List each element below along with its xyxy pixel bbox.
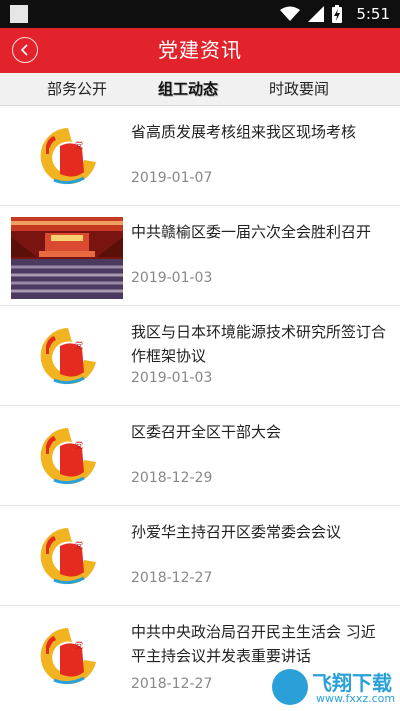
svg-text:党: 党 [75, 440, 83, 450]
tab-label: 部务公开 [47, 80, 108, 98]
tab-bar: 部务公开 组工动态 时政要闻 [0, 73, 400, 106]
wifi-icon [280, 6, 300, 21]
news-date: 2018-12-29 [131, 470, 213, 486]
battery-icon [332, 5, 342, 23]
tab-label: 组工动态 [158, 80, 219, 98]
party-logo-icon: 党 [40, 328, 96, 385]
status-icons [280, 4, 342, 24]
meeting-photo-thumbnail [11, 217, 123, 299]
svg-text:党: 党 [75, 640, 83, 650]
news-date: 2018-12-27 [131, 676, 213, 692]
page-title: 党建资讯 [158, 38, 242, 62]
news-item[interactable]: 党 我区与日本环境能源技术研究所签订合作框架协议 2019-01-03 [0, 306, 400, 406]
tab-organization-news[interactable]: 组工动态 [158, 73, 218, 105]
signal-icon [308, 6, 324, 22]
news-date: 2019-01-03 [131, 370, 213, 386]
news-title: 区委召开全区干部大会 [131, 423, 282, 441]
news-title: 省高质发展考核组来我区现场考核 [131, 123, 357, 141]
news-title: 中共中央政治局召开民主生活会 习近平主持会议并发表重要讲话 [131, 623, 376, 665]
news-date: 2019-01-03 [131, 270, 213, 286]
status-bar: 5:51 [0, 0, 400, 28]
svg-text:党: 党 [75, 540, 83, 550]
news-date: 2019-01-07 [131, 170, 213, 186]
tab-department-affairs[interactable]: 部务公开 [47, 73, 107, 105]
news-item[interactable]: 中共赣榆区委一届六次全会胜利召开 2019-01-03 [0, 206, 400, 306]
svg-text:党: 党 [75, 340, 83, 350]
site-watermark: 飞翔下载 www.fxxz.com [272, 667, 396, 707]
party-logo-icon: 党 [40, 528, 96, 585]
party-logo-icon: 党 [40, 428, 96, 485]
app-header: 党建资讯 [0, 28, 400, 73]
news-title: 中共赣榆区委一届六次全会胜利召开 [131, 223, 372, 241]
party-logo-icon: 党 [40, 128, 96, 185]
news-date: 2018-12-27 [131, 570, 213, 586]
news-title: 孙爱华主持召开区委常委会会议 [131, 523, 342, 541]
tab-label: 时政要闻 [269, 80, 330, 98]
news-item[interactable]: 党 省高质发展考核组来我区现场考核 2019-01-07 [0, 106, 400, 206]
notification-square-icon [10, 5, 28, 23]
news-item[interactable]: 党 孙爱华主持召开区委常委会会议 2018-12-27 [0, 506, 400, 606]
watermark-url: www.fxxz.com [316, 692, 396, 705]
news-title: 我区与日本环境能源技术研究所签订合作框架协议 [131, 323, 387, 365]
watermark-logo-icon [272, 669, 308, 705]
status-time: 5:51 [356, 5, 390, 23]
party-logo-icon: 党 [40, 628, 96, 685]
tab-current-affairs[interactable]: 时政要闻 [269, 73, 329, 105]
news-item[interactable]: 党 区委召开全区干部大会 2018-12-29 [0, 406, 400, 506]
svg-text:党: 党 [75, 140, 83, 150]
